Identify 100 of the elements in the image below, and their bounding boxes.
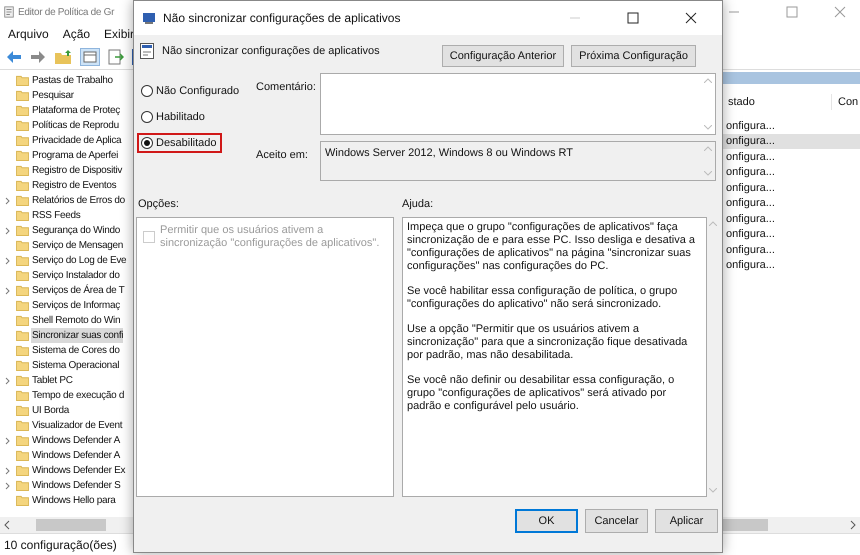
tree-item[interactable]: Serviço do Log de Eve — [31, 253, 126, 268]
horizontal-scrollbar[interactable] — [722, 517, 860, 533]
folder-icon — [16, 420, 29, 431]
radio-icon[interactable] — [141, 137, 153, 149]
expand-chevron-icon[interactable] — [5, 256, 11, 264]
tree-item[interactable]: Shell Remoto do Win — [31, 313, 120, 328]
folder-icon — [16, 285, 29, 296]
policy-heading: Não sincronizar configurações de aplicativos — [162, 44, 380, 59]
tree-item[interactable]: Serviços de Área de T — [31, 283, 124, 298]
folder-icon — [16, 315, 29, 326]
window-title: Editor de Política de Gr — [18, 6, 114, 20]
nav-button[interactable]: Configuração Anterior — [442, 45, 564, 67]
tree-item[interactable]: Relatórios de Erros do — [31, 193, 125, 208]
folder-icon — [16, 135, 29, 146]
tree-item[interactable]: Sistema Operacional — [31, 358, 120, 373]
folder-icon — [16, 180, 29, 191]
folder-icon — [16, 345, 29, 356]
radio-icon[interactable] — [141, 85, 153, 97]
tree-item[interactable]: Registro de Eventos — [31, 178, 116, 193]
back-arrow-icon[interactable] — [6, 50, 22, 64]
folder-icon — [16, 450, 29, 461]
help-label: Ajuda: — [402, 196, 434, 212]
comment-label: Comentário: — [255, 80, 317, 95]
tree-item[interactable]: Pastas de Trabalho — [31, 73, 113, 88]
dialog-button[interactable]: Cancelar — [585, 509, 648, 533]
help-paragraph: Impeça que o grupo "configurações de aplicativos" faça sincronização de e para esse PC. Isso desliga e desativa a "configurações de aplicativos" na página "sincronizar suas configurações" nas configurações do PC. — [407, 221, 696, 273]
options-label: Opções: — [137, 196, 180, 212]
expand-chevron-icon[interactable] — [5, 226, 11, 234]
radio-icon[interactable] — [141, 111, 153, 123]
scroll-down-icon[interactable] — [704, 125, 712, 130]
menu-item[interactable]: Arquivo — [8, 25, 49, 43]
tree-item[interactable]: Privacidade de Aplica — [31, 133, 122, 148]
folder-icon — [16, 270, 29, 281]
tree-item[interactable]: Registro de Dispositiv — [31, 163, 122, 178]
menu-item[interactable]: Ação — [62, 25, 90, 43]
tree-item[interactable]: Windows Defender S — [31, 478, 121, 493]
tree-item[interactable]: Serviço Instalador do — [31, 268, 120, 283]
supported-label: Aceito em: — [255, 148, 309, 163]
folder-icon — [16, 210, 29, 221]
state-radio[interactable]: Não Configurado — [137, 81, 244, 101]
dialog-button[interactable]: Aplicar — [655, 509, 718, 533]
dialog-title: Não sincronizar configurações de aplicativos — [163, 10, 400, 27]
help-paragraph: Se você habilitar essa configuração de política, o grupo "configurações do aplicativo" não será sincronizado. — [407, 285, 678, 311]
expand-chevron-icon[interactable] — [5, 286, 11, 294]
scrollbar-thumb[interactable] — [36, 519, 106, 531]
folder-icon — [16, 360, 29, 371]
folder-icon — [16, 375, 29, 386]
folder-icon — [16, 435, 29, 446]
help-paragraph: Use a opção "Permitir que os usuários ativem a sincronização" para que a sincronização fique desativada por padrão, mas não desabilitada. — [407, 323, 688, 362]
tree-item[interactable]: Tempo de execução d — [31, 388, 124, 403]
close-icon[interactable] — [685, 12, 697, 24]
tree-item[interactable]: Windows Hello para — [31, 493, 116, 508]
tree-item[interactable]: Windows Defender A — [31, 448, 120, 463]
tree-item[interactable]: Programa de Aperfei — [31, 148, 118, 163]
supported-value: Windows Server 2012, Windows 8 ou Windows RT — [324, 146, 574, 161]
folder-up-icon[interactable] — [54, 48, 72, 64]
folder-icon — [16, 390, 29, 401]
column-header[interactable]: Con — [832, 94, 858, 110]
export-list-icon[interactable] — [108, 48, 124, 64]
maximize-icon[interactable] — [627, 12, 639, 24]
dialog-button[interactable]: OK — [515, 509, 578, 533]
state-radio[interactable]: Habilitado — [137, 107, 210, 127]
folder-icon — [16, 165, 29, 176]
tree-item[interactable]: Windows Defender A — [31, 433, 120, 448]
tree-item[interactable]: Serviços de Informaç — [31, 298, 120, 313]
tree-item[interactable]: Windows Defender Ex — [31, 463, 126, 478]
state-radio[interactable]: Desabilitado — [137, 133, 222, 153]
folder-icon — [16, 240, 29, 251]
tree-item[interactable]: Segurança do Windo — [31, 223, 120, 238]
scrollbar-thumb[interactable] — [722, 519, 768, 531]
app-icon — [3, 6, 15, 18]
forward-arrow-icon[interactable] — [30, 50, 46, 64]
tree-item[interactable]: UI Borda — [31, 403, 70, 418]
folder-icon — [16, 495, 29, 506]
expand-chevron-icon[interactable] — [5, 376, 11, 384]
expand-chevron-icon[interactable] — [5, 436, 11, 444]
tree-item[interactable]: Sistema de Cores do — [31, 343, 120, 358]
tree-item[interactable]: Sincronizar suas confi — [31, 328, 124, 343]
tree-item[interactable]: Políticas de Reprodu — [31, 118, 119, 133]
tree-item[interactable]: Tablet PC — [31, 373, 73, 388]
folder-icon — [16, 150, 29, 161]
folder-icon — [16, 465, 29, 476]
tree-item[interactable]: Visualizador de Event — [31, 418, 122, 433]
tree-item[interactable]: RSS Feeds — [31, 208, 80, 223]
view-icon[interactable] — [80, 48, 100, 66]
horizontal-scrollbar[interactable] — [0, 517, 133, 533]
list-row[interactable]: onfigura... — [722, 134, 860, 149]
tree-item[interactable]: Pesquisar — [31, 88, 74, 103]
comment-field[interactable] — [320, 73, 716, 135]
tree-item[interactable]: Serviço de Mensagen — [31, 238, 124, 253]
folder-icon — [16, 75, 29, 86]
expand-chevron-icon[interactable] — [5, 196, 11, 204]
folder-icon — [16, 105, 29, 116]
menu-item[interactable]: Exibir — [104, 25, 134, 43]
nav-button[interactable]: Próxima Configuração — [571, 45, 696, 67]
policy-icon — [142, 11, 156, 25]
status-text: 10 configuração(ões) — [4, 536, 117, 554]
tree-item[interactable]: Plataforma de Proteç — [31, 103, 120, 118]
scroll-up-icon[interactable] — [704, 78, 712, 83]
folder-icon — [16, 300, 29, 311]
